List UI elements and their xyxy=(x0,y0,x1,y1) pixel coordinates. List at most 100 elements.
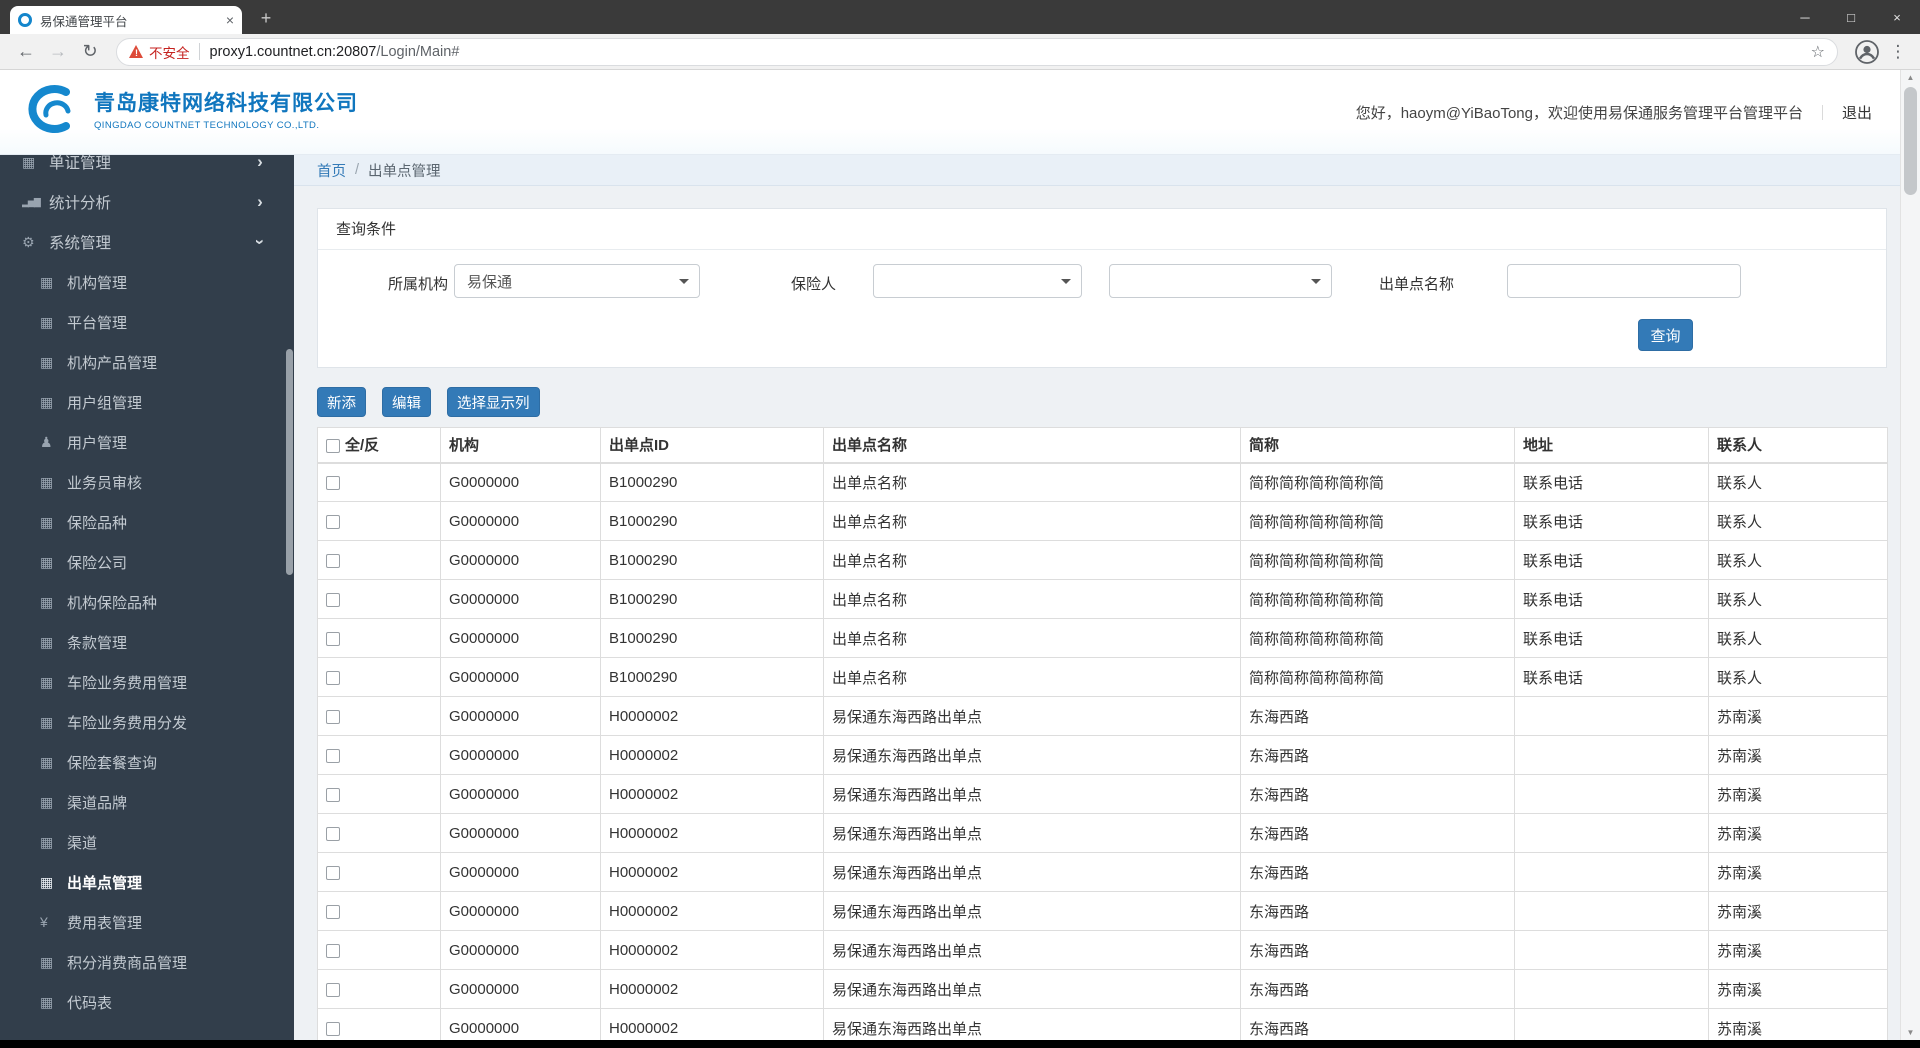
row-select-cell xyxy=(317,969,441,1009)
insurer-select-1[interactable] xyxy=(873,264,1082,298)
table-cell: G0000000 xyxy=(440,852,601,892)
sidebar-item-统计分析[interactable]: ▂▅▇ 统计分析 › xyxy=(0,182,294,222)
insurer-select-2[interactable] xyxy=(1109,264,1332,298)
search-button[interactable]: 查询 xyxy=(1638,319,1693,351)
sidebar-scrollbar-thumb[interactable] xyxy=(286,349,293,575)
caret-down-icon xyxy=(1311,279,1321,284)
logout-link[interactable]: 退出 xyxy=(1842,102,1872,123)
choose-columns-button[interactable]: 选择显示列 xyxy=(447,387,540,417)
sidebar-menu: ▦ 单证管理 › ▂▅▇ 统计分析 › ⚙ 系统管理 › ▦ 机构管理 ▦ 平台管理 ▦ 机构产品管理 ▦ 用户… xyxy=(0,155,294,1022)
row-checkbox[interactable] xyxy=(326,592,340,607)
chip-divider xyxy=(198,43,200,60)
row-checkbox[interactable] xyxy=(326,787,340,802)
sidebar-item-label: 车险业务费用管理 xyxy=(67,674,188,692)
sidebar-subitem-渠道品牌[interactable]: ▦ 渠道品牌 xyxy=(0,782,294,822)
new-tab-button[interactable]: + xyxy=(252,7,280,31)
forward-button[interactable]: → xyxy=(42,41,74,62)
profile-icon[interactable] xyxy=(1854,39,1880,65)
sidebar-subitem-业务员审核[interactable]: ▦ 业务员审核 xyxy=(0,462,294,502)
outlet-name-input[interactable] xyxy=(1507,264,1741,298)
maximize-button[interactable]: □ xyxy=(1828,0,1874,34)
bookmark-star-icon[interactable]: ☆ xyxy=(1811,42,1825,62)
back-button[interactable]: ← xyxy=(10,41,42,62)
sidebar-subitem-出单点管理[interactable]: ▦ 出单点管理 xyxy=(0,862,294,902)
select-all-header: 全/反 xyxy=(317,427,441,464)
table-cell: B1000290 xyxy=(600,501,824,541)
org-label: 所属机构 xyxy=(388,276,449,293)
row-checkbox[interactable] xyxy=(326,553,340,568)
sidebar-item-label: 系统管理 xyxy=(49,235,112,252)
table-cell: 东海西路 xyxy=(1240,774,1515,814)
table-cell xyxy=(1514,735,1709,775)
sidebar-item-单证管理[interactable]: ▦ 单证管理 › xyxy=(0,155,294,182)
sidebar-subitem-保险套餐查询[interactable]: ▦ 保险套餐查询 xyxy=(0,742,294,782)
row-checkbox[interactable] xyxy=(326,904,340,919)
table-cell: 出单点名称 xyxy=(823,657,1241,697)
row-checkbox[interactable] xyxy=(326,475,340,490)
outlets-table-wrap: 全/反 机构 出单点ID 出单点名称 简称 地址 联系人 G0000000 B1000290… xyxy=(317,427,1888,1040)
row-select-cell xyxy=(317,540,441,580)
sidebar-item-label: 用户管理 xyxy=(67,434,128,452)
sidebar-subitem-积分消费商品管理[interactable]: ▦ 积分消费商品管理 xyxy=(0,942,294,982)
sidebar-subitem-机构产品管理[interactable]: ▦ 机构产品管理 xyxy=(0,342,294,382)
sidebar-subitem-代码表[interactable]: ▦ 代码表 xyxy=(0,982,294,1022)
breadcrumb-home-link[interactable]: 首页 xyxy=(317,160,346,181)
minimize-button[interactable]: ─ xyxy=(1782,0,1828,34)
scrollbar-down-icon[interactable]: ▼ xyxy=(1901,1028,1920,1037)
browser-tab[interactable]: 易保通管理平台 × xyxy=(10,6,242,34)
sidebar-subitem-用户管理[interactable]: ♟ 用户管理 xyxy=(0,422,294,462)
org-select[interactable]: 易保通 xyxy=(454,264,700,298)
row-checkbox[interactable] xyxy=(326,631,340,646)
row-checkbox[interactable] xyxy=(326,982,340,997)
sidebar-subitem-保险公司[interactable]: ▦ 保险公司 xyxy=(0,542,294,582)
table-cell: 易保通东海西路出单点 xyxy=(823,813,1241,853)
breadcrumb: 首页 / 出单点管理 xyxy=(294,155,1920,186)
sidebar-subitem-机构管理[interactable]: ▦ 机构管理 xyxy=(0,262,294,302)
outlets-table: 全/反 机构 出单点ID 出单点名称 简称 地址 联系人 G0000000 B1000290… xyxy=(317,427,1888,1040)
table-cell: 联系人 xyxy=(1708,618,1888,658)
sidebar-subitem-保险品种[interactable]: ▦ 保险品种 xyxy=(0,502,294,542)
security-label: 不安全 xyxy=(149,45,190,61)
sidebar-subitem-费用表管理[interactable]: ¥ 费用表管理 xyxy=(0,902,294,942)
table-cell: 苏南溪 xyxy=(1708,774,1888,814)
row-checkbox[interactable] xyxy=(326,1021,340,1036)
grid-icon: ▦ xyxy=(40,353,54,370)
table-cell: H0000002 xyxy=(600,891,824,931)
row-checkbox[interactable] xyxy=(326,943,340,958)
row-checkbox[interactable] xyxy=(326,826,340,841)
browser-menu-icon[interactable]: ⋮ xyxy=(1886,42,1910,62)
scrollbar-up-icon[interactable]: ▲ xyxy=(1901,73,1920,82)
row-checkbox[interactable] xyxy=(326,748,340,763)
sidebar-subitem-渠道[interactable]: ▦ 渠道 xyxy=(0,822,294,862)
grid-icon: ▦ xyxy=(40,513,54,530)
close-button[interactable]: × xyxy=(1874,0,1920,34)
add-button[interactable]: 新添 xyxy=(317,387,366,417)
sidebar: ▦ 单证管理 › ▂▅▇ 统计分析 › ⚙ 系统管理 › ▦ 机构管理 ▦ 平台管理 ▦ 机构产品管理 ▦ 用户… xyxy=(0,155,294,1040)
column-header: 机构 xyxy=(440,427,601,464)
row-checkbox[interactable] xyxy=(326,709,340,724)
row-checkbox[interactable] xyxy=(326,514,340,529)
table-row: G0000000 B1000290 出单点名称 简称简称简称简称简 联系电话 联系人 xyxy=(317,618,1888,658)
sidebar-subitem-车险业务费用分发[interactable]: ▦ 车险业务费用分发 xyxy=(0,702,294,742)
sidebar-subitem-用户组管理[interactable]: ▦ 用户组管理 xyxy=(0,382,294,422)
row-checkbox[interactable] xyxy=(326,670,340,685)
table-cell: G0000000 xyxy=(440,969,601,1009)
browser-scrollbar[interactable]: ▲ ▼ xyxy=(1900,70,1920,1040)
header-divider: ｜ xyxy=(1814,105,1830,122)
sidebar-item-label: 积分消费商品管理 xyxy=(67,954,188,972)
company-name-cn: 青岛康特网络科技有限公司 xyxy=(94,92,358,115)
scrollbar-thumb[interactable] xyxy=(1904,87,1917,195)
address-bar[interactable]: ! 不安全 proxy1.countnet.cn:20807 /Login/Ma… xyxy=(116,37,1838,66)
sidebar-subitem-平台管理[interactable]: ▦ 平台管理 xyxy=(0,302,294,342)
sidebar-subitem-机构保险品种[interactable]: ▦ 机构保险品种 xyxy=(0,582,294,622)
table-cell: B1000290 xyxy=(600,540,824,580)
refresh-button[interactable]: ↻ xyxy=(74,41,106,62)
tab-close-icon[interactable]: × xyxy=(226,13,234,27)
table-cell: 联系人 xyxy=(1708,501,1888,541)
sidebar-subitem-条款管理[interactable]: ▦ 条款管理 xyxy=(0,622,294,662)
row-checkbox[interactable] xyxy=(326,865,340,880)
sidebar-item-系统管理[interactable]: ⚙ 系统管理 › xyxy=(0,222,294,262)
edit-button[interactable]: 编辑 xyxy=(382,387,431,417)
select-all-checkbox[interactable] xyxy=(326,439,340,454)
sidebar-subitem-车险业务费用管理[interactable]: ▦ 车险业务费用管理 xyxy=(0,662,294,702)
